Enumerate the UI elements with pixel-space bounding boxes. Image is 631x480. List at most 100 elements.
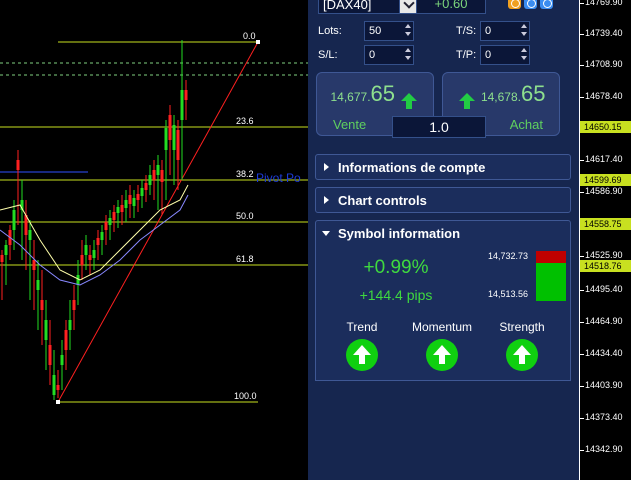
candle-body	[12, 210, 16, 230]
candle-body	[172, 125, 176, 150]
axis-tick	[580, 354, 584, 355]
candle-body	[48, 345, 52, 365]
candle-body	[28, 230, 32, 240]
candle-body	[80, 255, 84, 265]
change-pips: +144.4 pips	[359, 287, 433, 303]
candle-body	[108, 218, 112, 225]
settings-icon[interactable]	[508, 0, 521, 9]
ts-stepper[interactable]	[519, 22, 529, 40]
candle-body	[92, 250, 96, 258]
symbol-value: [DAX40]	[323, 0, 372, 12]
axis-tick	[580, 97, 584, 98]
arrow-up-icon	[401, 92, 418, 109]
buy-price-small: 14,678.	[480, 90, 521, 104]
candle-body	[116, 207, 120, 213]
range-low: 14,513.56	[488, 289, 529, 299]
sell-price-small: 14,677.	[330, 90, 371, 104]
info-icon[interactable]	[524, 0, 537, 9]
candle-body	[120, 205, 124, 212]
candle-body	[144, 183, 148, 190]
sl-value: 0	[369, 49, 376, 61]
indicator-trend-label: Trend	[346, 320, 378, 334]
candle-body	[36, 280, 40, 290]
axis-tick-label: 14708.90	[585, 59, 623, 69]
trading-panel: [DAX40] +0.60 Lots: 50 T/S: 0 S/L: 0 T/P…	[308, 0, 579, 480]
buy-price: 14,678.65	[443, 81, 559, 109]
candle-body	[160, 170, 164, 182]
tp-stepper[interactable]	[519, 46, 529, 64]
sell-price: 14,677.65	[317, 81, 433, 109]
tp-value: 0	[485, 49, 492, 61]
candle-body	[52, 375, 56, 395]
candle-body	[104, 222, 108, 230]
sl-stepper[interactable]	[403, 46, 413, 64]
sl-input[interactable]: 0	[364, 45, 414, 65]
candle-body	[128, 195, 132, 204]
candle-body	[148, 175, 152, 185]
lots-stepper[interactable]	[403, 22, 413, 40]
lots-value: 50	[369, 25, 382, 37]
candle-body	[140, 188, 144, 196]
axis-tick	[580, 192, 584, 193]
candle-body	[88, 255, 92, 260]
ts-input[interactable]: 0	[480, 21, 530, 41]
candle-body	[136, 194, 140, 200]
buy-price-big: 65	[521, 81, 546, 106]
candle-body	[152, 170, 156, 180]
chart-canvas[interactable]: 0.0 23.6 38.2 50.0 61.8 100.0 Pivot Po	[0, 0, 308, 480]
range-high: 14,732.73	[488, 251, 529, 261]
candle-body	[44, 320, 48, 340]
price-level-tag: 14558.75	[580, 218, 631, 230]
axis-tick-label: 14373.40	[585, 412, 623, 422]
axis-tick-label: 14342.90	[585, 444, 623, 454]
lots-label: Lots:	[318, 25, 342, 37]
symbol-select[interactable]: [DAX40]	[318, 0, 420, 14]
momentum-up-icon	[426, 339, 458, 371]
axis-tick-label: 14434.40	[585, 348, 623, 358]
sl-label: S/L:	[318, 49, 338, 61]
candle-body	[4, 245, 8, 255]
axis-tick-label: 14739.40	[585, 28, 623, 38]
candle-body	[60, 355, 64, 365]
lot-size-input[interactable]: 1.0	[392, 116, 486, 138]
lots-input[interactable]: 50	[364, 21, 414, 41]
axis-tick-label: 14586.90	[585, 186, 623, 196]
section-account[interactable]: Informations de compte	[315, 154, 571, 180]
candle-body	[0, 255, 4, 262]
day-range-bar	[536, 251, 566, 301]
tp-input[interactable]: 0	[480, 45, 530, 65]
axis-tick	[580, 65, 584, 66]
spread-display: +0.60	[416, 0, 486, 14]
candle-body	[176, 130, 180, 160]
candle-body	[68, 320, 72, 330]
axis-tick-label: 14617.40	[585, 154, 623, 164]
candle-body	[96, 238, 100, 245]
axis-tick	[580, 3, 584, 4]
sell-price-big: 65	[370, 81, 396, 106]
axis-tick	[580, 386, 584, 387]
candle-body	[168, 115, 172, 140]
axis-tick-label: 14678.40	[585, 91, 623, 101]
axis-tick	[580, 450, 584, 451]
candle-body	[40, 300, 44, 310]
section-chart-controls-title: Chart controls	[338, 193, 427, 208]
pivot-watermark: Pivot Po	[256, 171, 301, 185]
candle-body	[100, 232, 104, 240]
help-icon[interactable]	[540, 0, 553, 9]
section-symbol-info[interactable]: Symbol information	[315, 220, 571, 246]
price-axis[interactable]: 14769.90 14739.40 14708.90 14678.40 14617.40…	[579, 0, 631, 480]
candle-body	[180, 90, 184, 120]
arrow-up-icon	[458, 92, 475, 109]
axis-tick-label: 14403.90	[585, 380, 623, 390]
price-level-tag: 14518.76	[580, 260, 631, 272]
symbol-info-panel: +0.99% +144.4 pips 14,732.73 14,513.56 T…	[315, 245, 571, 381]
section-symbol-info-title: Symbol information	[338, 226, 461, 241]
indicator-momentum-label: Momentum	[411, 320, 473, 334]
chevron-right-icon	[324, 163, 329, 171]
candle-body	[184, 90, 188, 100]
fib-level-label: 50.0	[236, 211, 254, 221]
section-chart-controls[interactable]: Chart controls	[315, 187, 571, 213]
anchor-point	[256, 40, 260, 44]
candle-body	[32, 260, 36, 270]
price-chart[interactable]: 0.0 23.6 38.2 50.0 61.8 100.0 Pivot Po	[0, 0, 308, 480]
